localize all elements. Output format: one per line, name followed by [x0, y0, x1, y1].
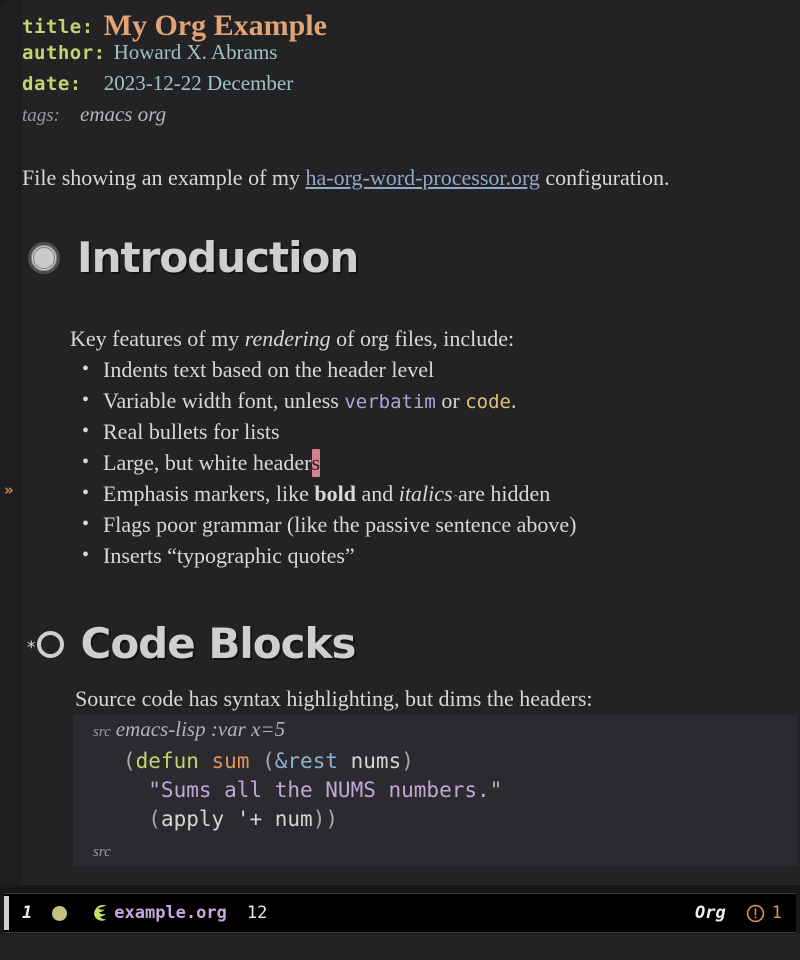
document-author: Howard X. Abrams: [113, 40, 278, 64]
keyword-row-tags: tags: emacs org: [22, 102, 800, 133]
code-line-1: (defun sum (&rest nums): [73, 747, 798, 776]
document-date: 2023-12-22 December: [103, 71, 294, 95]
code-token: )): [312, 807, 338, 831]
code-token: (: [123, 807, 161, 831]
code-blocks-lead: Source code has syntax highlighting, but…: [75, 686, 593, 711]
code-token: "Sums all the NUMS numbers.": [123, 778, 503, 802]
code-token: defun: [135, 749, 199, 773]
intro-paragraph: File showing an example of my ha-org-wor…: [22, 165, 669, 191]
buffer-modified-dot-icon[interactable]: [52, 905, 68, 921]
code-token: nums: [350, 749, 402, 773]
bold-text: bold: [314, 481, 356, 506]
list-item-prefix: Emphasis markers, like: [103, 481, 315, 506]
mode-line-column-number: 12: [246, 903, 268, 923]
code-blocks-body: Source code has syntax highlighting, but…: [73, 686, 798, 866]
keyword-row-title: title: My Org Example: [22, 9, 800, 42]
keyword-label-title: title:: [22, 16, 94, 38]
keyword-label-tags: tags:: [22, 105, 60, 126]
mode-line-major-mode[interactable]: Org: [695, 903, 726, 923]
intro-text-before: File showing an example of my: [22, 165, 306, 190]
list-item-suffix: are hidden: [452, 481, 551, 506]
heading-star-glyph: *: [27, 637, 36, 658]
heading-introduction-label: Introduction: [77, 233, 359, 282]
feature-list: Indents text based on the header level V…: [48, 354, 788, 571]
lead-text-before: Key features of my: [70, 326, 245, 351]
introduction-lead: Key features of my rendering of org file…: [48, 326, 788, 352]
emacs-gnu-icon: [94, 904, 107, 921]
code-token: (: [123, 749, 136, 773]
code-token: ): [401, 749, 414, 773]
mode-line-warning-count: 1: [771, 903, 782, 923]
document-title: My Org Example: [103, 9, 327, 42]
list-item: Flags poor grammar (like the passive sen…: [82, 509, 788, 540]
list-item-prefix: Large, but white header: [103, 450, 312, 475]
verbatim-text: verbatim: [344, 391, 436, 413]
keyword-label-date: date:: [22, 73, 82, 95]
code-token: apply: [160, 807, 225, 831]
emacs-frame: » title: My Org Example author: Howard X…: [0, 0, 800, 960]
mode-line: 1 example.org 12 Org 1: [4, 893, 796, 933]
list-item: Emphasis markers, like bold and italics …: [82, 478, 788, 509]
keyword-row-author: author: Howard X. Abrams: [22, 40, 800, 71]
heading-ring-bullet-icon: [28, 242, 60, 274]
code-token: sum: [211, 749, 250, 773]
source-code-area[interactable]: (defun sum (&rest nums) "Sums all the NU…: [73, 743, 798, 838]
code-line-3: (apply '+ num)): [73, 805, 798, 834]
heading-code-blocks-label: Code Blocks: [80, 619, 357, 668]
list-item: Real bullets for lists: [82, 416, 788, 447]
text-cursor: s: [311, 449, 321, 477]
mode-line-buffer-name[interactable]: example.org: [114, 903, 227, 923]
code-token: num: [274, 807, 313, 831]
code-line-2: "Sums all the NUMS numbers.": [73, 776, 798, 805]
org-buffer[interactable]: » title: My Org Example author: Howard X…: [0, 0, 800, 885]
org-keyword-block: title: My Org Example author: Howard X. …: [22, 0, 800, 133]
src-block-begin-line: src emacs-lisp :var x=5: [73, 715, 798, 743]
list-item-suffix: .: [510, 388, 517, 413]
document-tags: emacs org: [80, 102, 167, 126]
list-item-text: Indents text based on the header level: [103, 357, 435, 382]
heading-introduction[interactable]: Introduction: [28, 233, 359, 282]
fringe-continuation-marker: »: [4, 481, 14, 499]
list-item-middle: or: [435, 388, 466, 413]
list-item-text: Real bullets for lists: [103, 419, 280, 444]
buffer-content: title: My Org Example author: Howard X. …: [22, 0, 800, 885]
list-item-middle: and: [356, 481, 399, 506]
list-item-text: Inserts “typographic quotes”: [103, 543, 355, 568]
list-item-prefix: Variable width font, unless: [103, 388, 345, 413]
lead-italic-word: rendering: [244, 326, 331, 351]
list-item: Indents text based on the header level: [82, 354, 788, 385]
mode-line-left-bar: [4, 896, 9, 930]
code-token: '+: [236, 807, 263, 831]
keyword-row-date: date: 2023-12-22 December: [22, 71, 800, 102]
echo-area: [0, 934, 800, 960]
src-begin-args: emacs-lisp :var x=5: [115, 717, 286, 741]
list-item-text: Flags poor grammar (like the passive sen…: [103, 512, 577, 537]
org-config-link[interactable]: ha-org-word-processor.org: [306, 165, 540, 190]
keyword-label-author: author:: [22, 42, 106, 64]
inline-code-text: code: [465, 391, 511, 413]
heading-open-ring-bullet-icon: [36, 630, 64, 658]
list-item: Inserts “typographic quotes”: [82, 540, 788, 571]
src-block-end-line: src: [73, 838, 798, 866]
mode-line-line-number: 1: [22, 903, 33, 923]
code-token: (: [249, 749, 275, 773]
heading-code-blocks[interactable]: * Code Blocks: [27, 619, 357, 668]
src-begin-keyword: src: [93, 724, 111, 740]
list-item: Variable width font, unless verbatim or …: [82, 385, 788, 416]
introduction-body: Key features of my rendering of org file…: [48, 326, 788, 571]
intro-text-after: configuration.: [539, 165, 670, 190]
list-item: Large, but white headers: [82, 447, 788, 478]
lead-text-after: of org files, include:: [330, 326, 515, 351]
code-token: &rest: [274, 749, 338, 773]
italic-text: italics: [399, 481, 453, 506]
left-fringe: »: [0, 0, 22, 885]
exclamation-circle-icon[interactable]: [746, 904, 765, 923]
src-end-keyword: src: [93, 844, 111, 860]
